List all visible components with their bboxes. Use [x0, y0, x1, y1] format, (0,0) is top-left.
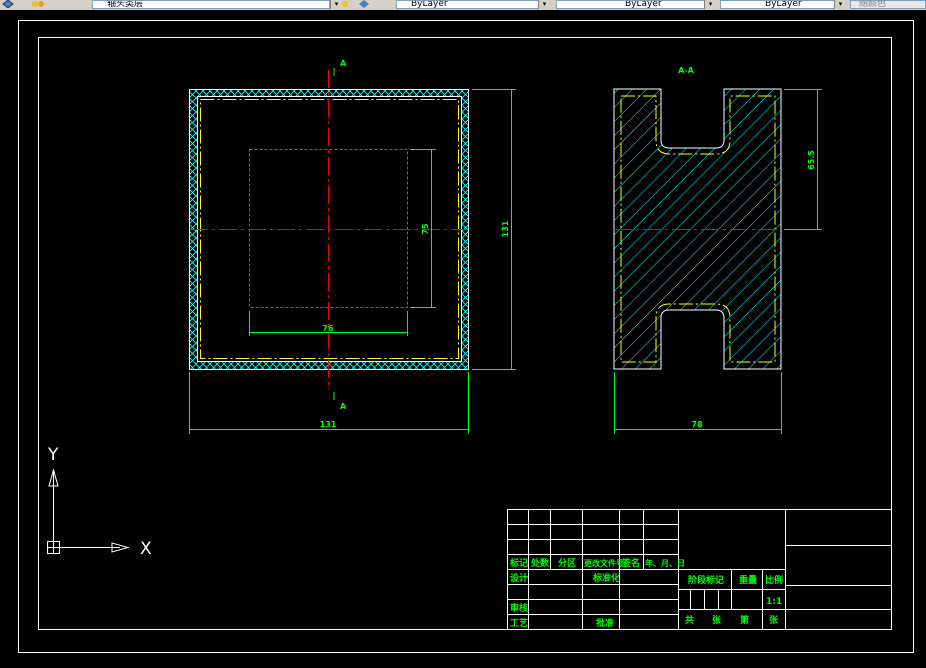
tb-design: 设计 [510, 572, 528, 584]
dim-front-width: 131 [320, 420, 337, 429]
lineweight-dropdown-arrow[interactable]: ▾ [834, 0, 846, 9]
tb-date: 年、月、日 [645, 558, 685, 568]
section-label-bottom: A [340, 402, 347, 411]
ucs-y-label: Y [47, 445, 59, 465]
color-value: ByLayer [411, 0, 448, 9]
plotstyle-dropdown[interactable]: 随颜色 [850, 0, 926, 9]
drawing-canvas[interactable]: A A 131 76 75 131 A-A 78 65.5 Y X 标记 处数 … [0, 10, 926, 664]
dim-inner-width: 76 [322, 324, 334, 333]
dim-side-width: 78 [691, 420, 703, 429]
make-current-icon[interactable] [340, 0, 352, 8]
lineweight-value: ByLayer [765, 0, 802, 9]
plotstyle-value: 随颜色 [859, 0, 887, 9]
lineweight-dropdown[interactable]: ByLayer [720, 0, 844, 9]
layer-dropdown[interactable]: 轴头类层 [92, 0, 330, 9]
tb-zone: 分区 [558, 557, 576, 569]
section-view-title: A-A [678, 66, 695, 75]
tb-total: 共 [685, 614, 694, 626]
tb-mark: 标记 [509, 557, 528, 569]
layer-state-icons[interactable] [32, 0, 44, 8]
tb-page: 第 [740, 614, 749, 626]
ucs-x-label: X [140, 539, 152, 559]
tb-process: 工艺 [510, 617, 528, 629]
tb-count: 处数 [530, 557, 550, 569]
tb-scale-value: 1:1 [766, 597, 782, 607]
tb-check: 审核 [510, 602, 528, 614]
layer-prev-icon[interactable] [2, 0, 14, 8]
layer-previous-icon[interactable] [358, 0, 370, 8]
tb-weight: 重量 [739, 574, 757, 586]
dim-slot-depth: 65.5 [807, 150, 816, 170]
drawing-svg[interactable]: A A 131 76 75 131 A-A 78 65.5 Y X 标记 处数 … [0, 10, 926, 664]
linetype-value: ByLayer [625, 0, 662, 9]
tb-standardize: 标准化 [592, 572, 620, 584]
tb-sheets: 张 [712, 614, 722, 626]
side-section-view[interactable]: A-A [613, 66, 782, 370]
title-block [507, 509, 892, 630]
color-dropdown[interactable]: ByLayer [396, 0, 548, 9]
tb-sheet2: 张 [769, 614, 779, 626]
dim-inner-height: 75 [421, 223, 430, 235]
tb-scale: 比例 [765, 574, 783, 586]
linetype-dropdown[interactable]: ByLayer [556, 0, 716, 9]
linetype-dropdown-arrow[interactable]: ▾ [704, 0, 716, 9]
tb-approve: 批准 [596, 617, 614, 629]
tb-stage-mark: 阶段标记 [688, 574, 724, 586]
section-label-top: A [340, 59, 347, 68]
color-dropdown-arrow[interactable]: ▾ [538, 0, 550, 9]
tb-change-doc: 更改文件号 [584, 558, 624, 568]
ucs-icon [47, 468, 130, 554]
section-body [613, 88, 782, 370]
dim-front-height: 131 [501, 220, 510, 237]
layer-name: 轴头类层 [107, 0, 144, 9]
tb-sign: 签名 [621, 557, 640, 569]
